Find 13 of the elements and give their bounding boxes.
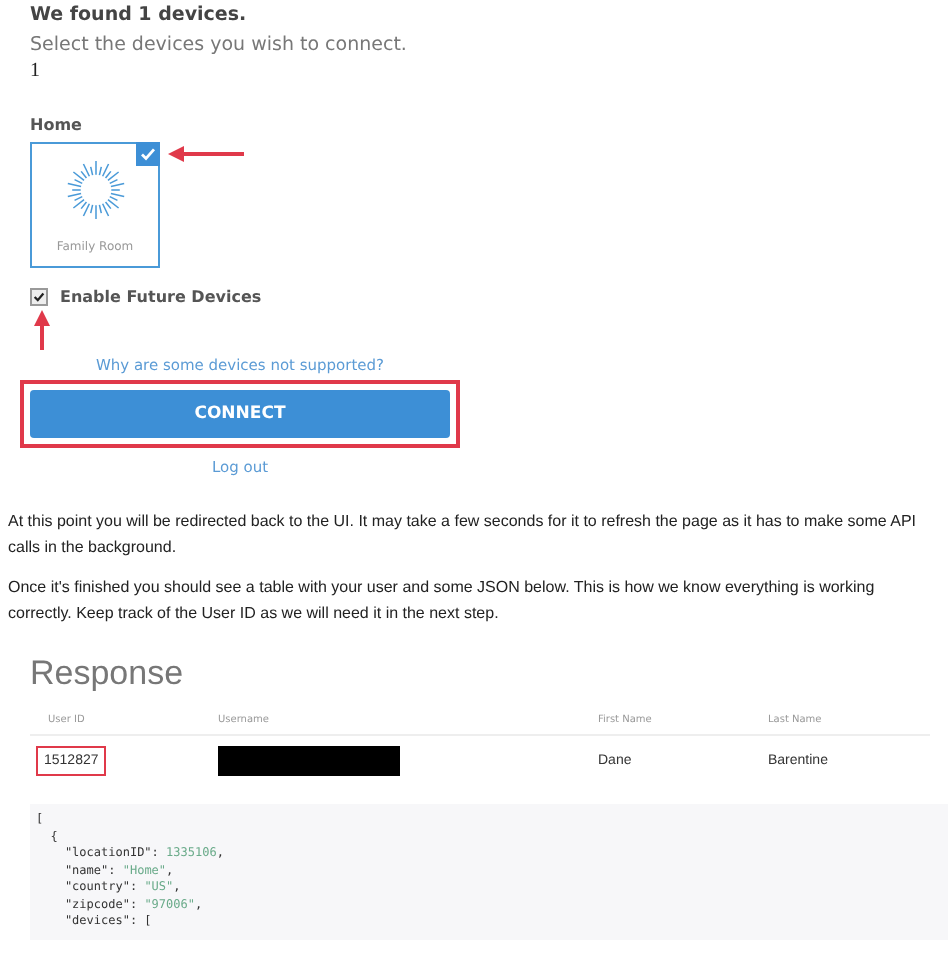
group-label: Home bbox=[30, 116, 84, 134]
check-icon bbox=[136, 142, 160, 166]
paragraph: Once it's finished you should see a table with your user and some JSON below. This is how we know everything is working correctly. Keep track of the User ID as we will need it in the next step. bbox=[8, 576, 877, 626]
instruction-text: Select the devices you wish to connect. bbox=[30, 34, 409, 56]
found-title: We found 1 devices. bbox=[30, 2, 249, 26]
connect-button[interactable]: CONNECT bbox=[30, 390, 450, 438]
arrow-annotation bbox=[168, 146, 244, 162]
response-heading: Response bbox=[30, 654, 186, 694]
paragraph: At this point you will be redirected back to the UI. It may take a few seconds for it to refresh the page as it has to make some API calls in the background. bbox=[8, 510, 919, 560]
checkbox-label: Enable Future Devices bbox=[60, 288, 262, 306]
checkbox[interactable] bbox=[30, 288, 48, 306]
arrow-annotation bbox=[34, 310, 50, 350]
device-count: 1 bbox=[30, 60, 42, 82]
